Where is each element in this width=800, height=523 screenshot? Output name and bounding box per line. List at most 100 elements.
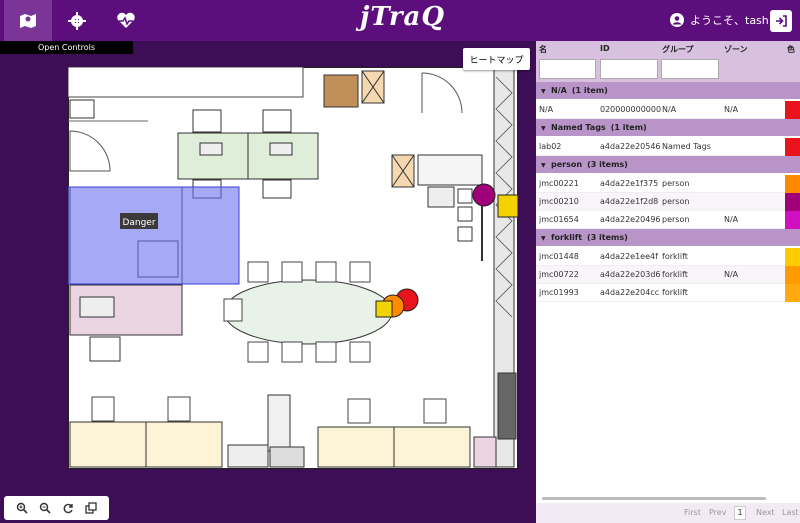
column-header-name[interactable]: 名 — [539, 44, 547, 55]
forklift-marker[interactable] — [497, 194, 518, 218]
color-swatch — [785, 284, 800, 302]
group-label: person — [551, 160, 583, 169]
cell-group: person — [662, 197, 690, 206]
cell-group: N/A — [662, 105, 677, 114]
app-logo: jTraQ — [360, 2, 446, 32]
group-count: (1 item) — [610, 123, 647, 132]
map-nav-button[interactable] — [4, 0, 52, 41]
table-row[interactable]: jmc00210 a4da22e1f2d8 person — [536, 193, 800, 211]
group-row[interactable]: ▼ forklift (3 items) — [536, 229, 800, 246]
color-swatch — [785, 193, 800, 211]
collapse-caret-icon[interactable]: ▼ — [541, 83, 551, 100]
cell-group: forklift — [662, 270, 688, 279]
tag-table-panel: 名 ID グループ ゾーン 色 ▼ N/A (1 item) N/A 020000000… — [536, 41, 800, 523]
cell-id: a4da22e204cc — [600, 288, 660, 297]
heatmap-toggle-button[interactable]: ヒートマップ — [463, 48, 530, 70]
table-row[interactable]: jmc00221 a4da22e1f375 person — [536, 175, 800, 193]
fit-view-button[interactable] — [83, 500, 99, 516]
last-page-button[interactable]: Last — [782, 508, 799, 517]
cell-group: person — [662, 179, 690, 188]
cell-name: jmc01448 — [539, 252, 579, 261]
cell-group: person — [662, 215, 690, 224]
collapse-caret-icon[interactable]: ▼ — [541, 120, 551, 137]
health-nav-button[interactable] — [102, 0, 150, 41]
color-swatch — [785, 175, 800, 193]
group-count: (3 items) — [587, 160, 628, 169]
table-header: 名 ID グループ ゾーン 色 — [536, 41, 800, 82]
cell-group: forklift — [662, 288, 688, 297]
cell-id: a4da22e203d6 — [600, 270, 661, 279]
cell-id: a4da22e20496 — [600, 215, 661, 224]
cell-group: Named Tags — [662, 142, 711, 151]
forklift-marker[interactable] — [375, 300, 393, 318]
table-row[interactable]: jmc01448 a4da22e1ee4f forklift — [536, 248, 800, 266]
table-row[interactable]: jmc01654 a4da22e20496 person N/A — [536, 211, 800, 229]
column-header-color[interactable]: 色 — [787, 44, 795, 55]
color-swatch — [785, 266, 800, 284]
group-row[interactable]: ▼ N/A (1 item) — [536, 82, 800, 99]
cell-id: a4da22e1f375 — [600, 179, 659, 188]
map-icon — [20, 13, 36, 28]
danger-zone[interactable] — [68, 186, 240, 285]
floor-plan: Danger — [68, 67, 518, 469]
column-header-zone[interactable]: ゾーン — [724, 44, 748, 55]
table-row[interactable]: jmc01993 a4da22e204cc forklift — [536, 284, 800, 302]
user-greeting[interactable]: ようこそ、tash — [670, 12, 769, 28]
zoom-out-button[interactable] — [37, 500, 53, 516]
cell-id: a4da22e20546 — [600, 142, 661, 151]
cell-name: jmc01654 — [539, 215, 579, 224]
column-header-id[interactable]: ID — [600, 44, 610, 53]
cell-zone: N/A — [724, 215, 739, 224]
zoom-in-button[interactable] — [14, 500, 30, 516]
group-row[interactable]: ▼ person (3 items) — [536, 156, 800, 173]
open-controls-button[interactable]: Open Controls — [0, 41, 133, 54]
cell-name: N/A — [539, 105, 554, 114]
color-swatch — [785, 248, 800, 266]
group-row[interactable]: ▼ Named Tags (1 item) — [536, 119, 800, 136]
color-swatch — [785, 211, 800, 229]
cell-name: jmc00722 — [539, 270, 579, 279]
cell-zone: N/A — [724, 270, 739, 279]
collapse-caret-icon[interactable]: ▼ — [541, 157, 551, 174]
refresh-icon — [63, 503, 73, 514]
app-root: jTraQ ようこそ、tash Open Controls Danger ヒート… — [0, 0, 800, 523]
group-label: Named Tags — [551, 123, 606, 132]
cell-name: jmc00210 — [539, 197, 579, 206]
next-page-button[interactable]: Next — [756, 508, 775, 517]
table-row[interactable]: jmc00722 a4da22e203d6 forklift N/A — [536, 266, 800, 284]
id-filter-input[interactable] — [600, 59, 658, 79]
reset-view-button[interactable] — [60, 500, 76, 516]
cell-id: 020000000000 — [600, 105, 662, 114]
welcome-text: ようこそ、tash — [690, 14, 769, 27]
zoom-out-icon — [39, 502, 51, 514]
color-swatch — [785, 138, 800, 156]
group-filter-input[interactable] — [661, 59, 719, 79]
logout-button[interactable] — [770, 10, 792, 32]
group-count: (3 items) — [587, 233, 628, 242]
prev-page-button[interactable]: Prev — [709, 508, 726, 517]
collapse-caret-icon[interactable]: ▼ — [541, 230, 551, 247]
table-row[interactable]: N/A 020000000000 N/A N/A — [536, 101, 800, 119]
group-count: (1 item) — [571, 86, 608, 95]
cell-name: jmc00221 — [539, 179, 579, 188]
user-avatar-icon — [670, 13, 684, 27]
cell-id: a4da22e1ee4f — [600, 252, 658, 261]
logout-icon — [776, 15, 787, 27]
tag-marker-person[interactable] — [472, 183, 496, 207]
horizontal-scrollbar[interactable] — [542, 497, 766, 500]
pagination: First Prev 1 Next Last — [536, 503, 800, 523]
group-label: forklift — [551, 233, 583, 242]
column-header-group[interactable]: グループ — [662, 44, 694, 55]
name-filter-input[interactable] — [539, 59, 596, 79]
color-swatch — [785, 101, 800, 119]
gear-icon — [68, 11, 86, 30]
first-page-button[interactable]: First — [684, 508, 701, 517]
current-page[interactable]: 1 — [734, 506, 746, 520]
settings-nav-button[interactable] — [53, 0, 101, 41]
copy-icon — [85, 502, 98, 514]
heartbeat-icon — [117, 12, 135, 28]
cell-id: a4da22e1f2d8 — [600, 197, 659, 206]
group-label: N/A — [551, 86, 567, 95]
table-row[interactable]: lab02 a4da22e20546 Named Tags — [536, 138, 800, 156]
map-zoom-controls — [4, 496, 109, 520]
